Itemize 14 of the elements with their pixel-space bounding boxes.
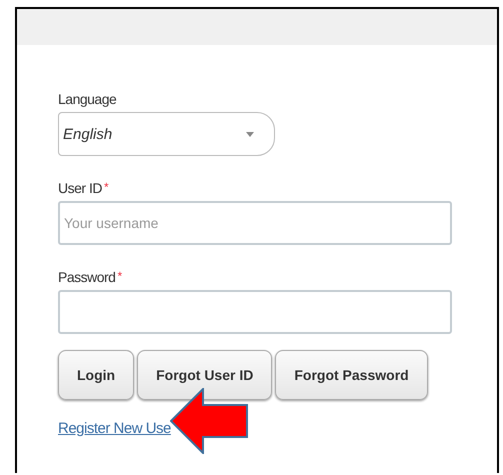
required-mark: * [117, 269, 122, 285]
form-button[interactable]: Forgot User ID [137, 350, 272, 400]
field-label: User ID [58, 180, 102, 196]
language-dropdown[interactable]: English [58, 112, 275, 156]
caret-icon [246, 132, 254, 136]
register-link[interactable]: Register New Use [58, 420, 171, 437]
arrow-icon [170, 388, 248, 454]
input-field[interactable] [58, 290, 452, 334]
input-field[interactable]: Your username [58, 201, 452, 245]
form-button[interactable]: Login [58, 350, 134, 400]
field-label: Language [58, 91, 118, 107]
form-button[interactable]: Forgot Password [275, 350, 428, 400]
field-label: Password [58, 269, 116, 285]
required-mark: * [104, 180, 109, 196]
